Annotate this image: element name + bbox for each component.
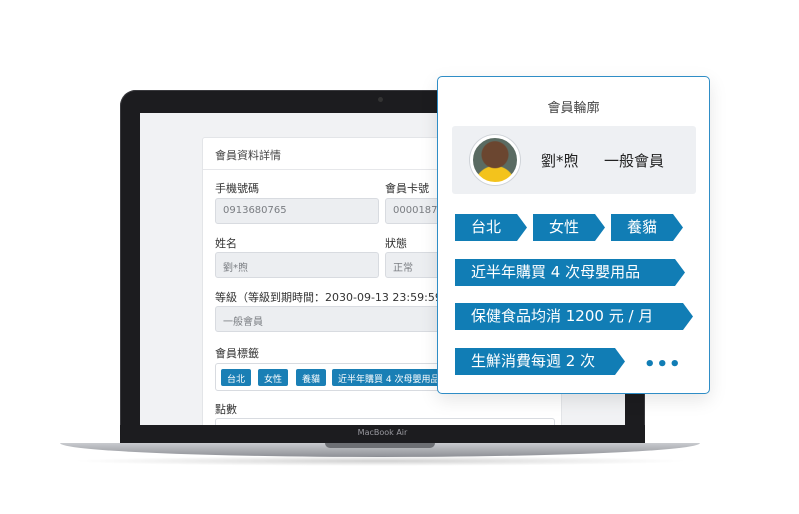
profile-tag[interactable]: 養貓 [611,214,683,241]
member-level: 一般會員 [604,152,665,170]
camera-icon [378,97,383,102]
name-label: 姓名 [215,237,237,250]
profile-tag[interactable]: 近半年購買 4 次母嬰用品 [455,259,685,286]
phone-label: 手機號碼 [215,182,259,195]
brand-label: MacBook Air [357,428,408,437]
level-label: 等級（等級到期時間：2030-09-13 23:59:59） [215,291,453,304]
member-summary: 劉*煦 一般會員 [452,126,696,194]
name-field[interactable]: 劉*煦 [215,252,379,278]
laptop-notch [325,443,435,448]
card-number-label: 會員卡號 [385,182,429,195]
points-label: 點數 [215,403,237,416]
more-icon[interactable]: ••• [644,354,682,375]
member-profile-card: 會員輪廓 劉*煦 一般會員 台北 女性 養貓 近半年購買 4 次母嬰用品 保健食… [437,76,710,394]
profile-title: 會員輪廓 [547,101,600,116]
tag-chip[interactable]: 養貓 [296,369,327,386]
member-name: 劉*煦 [541,152,579,170]
phone-field[interactable]: 0913680765 [215,198,379,224]
tag-chip[interactable]: 女性 [258,369,289,386]
points-field[interactable]: ... [215,418,555,425]
laptop-shadow [70,456,690,466]
profile-tag[interactable]: 保健食品均消 1200 元 / 月 [455,303,693,330]
tag-chip[interactable]: 近半年購買 4 次母嬰用品 [332,369,446,386]
profile-tag[interactable]: 生鮮消費每週 2 次 [455,348,625,375]
profile-tag[interactable]: 台北 [455,214,527,241]
avatar [470,135,520,185]
profile-tag[interactable]: 女性 [533,214,605,241]
laptop-chin: MacBook Air [120,425,645,444]
status-label: 狀態 [385,237,407,250]
tags-label: 會員標籤 [215,347,259,360]
tag-chip[interactable]: 台北 [221,369,252,386]
